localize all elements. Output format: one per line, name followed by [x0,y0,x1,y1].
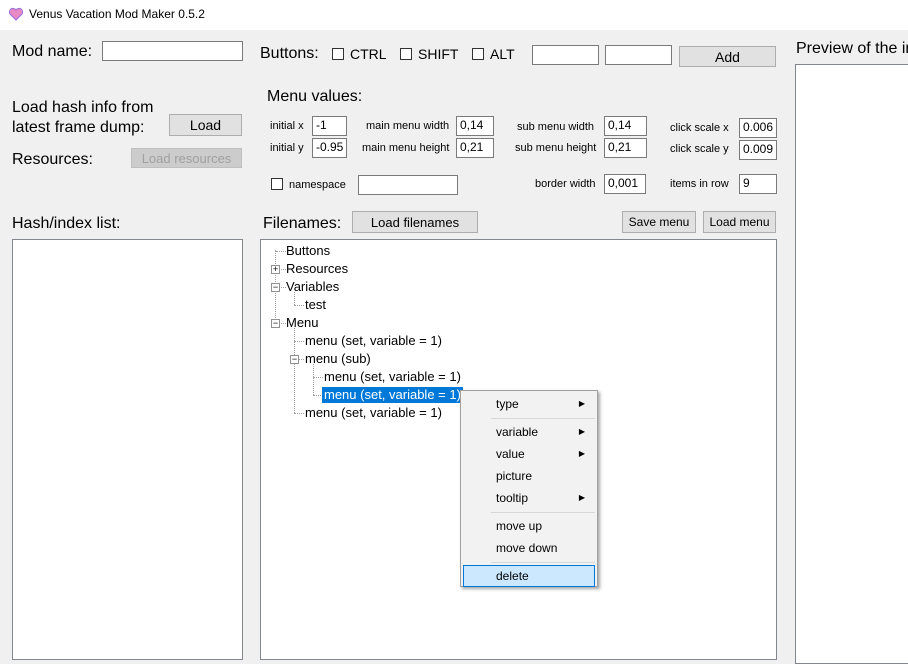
tree-node-test[interactable]: test [305,297,326,313]
menu-separator [491,512,595,513]
context-menu: type ▶ variable ▶ value ▶ picture tooltip ▶ … [460,390,598,587]
preview-label: Preview of the in [796,40,908,57]
click-scale-x-label: click scale x [670,122,729,134]
tree-node-variables[interactable]: Variables [286,279,339,295]
sub-height-input[interactable]: 0,21 [604,138,647,158]
key-field-1[interactable] [532,45,599,65]
load-resources-button[interactable]: Load resources [131,148,242,168]
tree-node-sub-item-selected[interactable]: menu (set, variable = 1) [322,387,463,403]
alt-label: ALT [490,46,515,62]
menu-separator [491,418,595,419]
click-scale-y-input[interactable]: 0.009 [739,140,777,160]
border-width-label: border width [535,178,596,190]
shift-checkbox[interactable] [400,48,412,60]
tree-node-buttons[interactable]: Buttons [286,243,330,259]
initial-x-input[interactable]: -1 [312,116,347,136]
tree-line [313,377,323,378]
click-scale-y-label: click scale y [670,143,729,155]
load-filenames-button[interactable]: Load filenames [352,211,478,233]
submenu-arrow-icon: ▶ [578,493,585,502]
collapse-minus-icon[interactable]: − [271,319,280,328]
initial-x-label: initial x [270,120,304,132]
menu-values-title: Menu values: [267,88,363,105]
tree-node-sub-item[interactable]: menu (set, variable = 1) [324,369,461,385]
menu-item-picture-label: picture [496,469,533,483]
hash-list-label: Hash/index list: [12,215,121,232]
submenu-arrow-icon: ▶ [578,449,585,458]
menu-item-move-down-label: move down [496,541,558,555]
ctrl-checkbox[interactable] [332,48,344,60]
items-in-row-label: items in row [670,178,729,190]
initial-y-label: initial y [270,142,304,154]
namespace-label: namespace [289,179,346,191]
menu-item-tooltip[interactable]: tooltip ▶ [463,487,595,509]
key-field-2[interactable] [605,45,672,65]
items-in-row-input[interactable]: 9 [739,174,777,194]
hash-list-box[interactable] [12,239,243,660]
namespace-checkbox[interactable] [271,178,283,190]
menu-item-value-label: value [496,447,525,461]
collapse-minus-icon[interactable]: − [271,283,280,292]
sub-height-label: sub menu height [515,142,597,154]
alt-checkbox[interactable] [472,48,484,60]
menu-item-move-up-label: move up [496,519,543,533]
sub-width-label: sub menu width [517,121,595,133]
tree-node-resources[interactable]: Resources [286,261,348,277]
menu-separator [491,562,595,563]
tree-line [313,364,314,395]
menu-item-delete-label: delete [496,569,529,583]
expand-plus-icon[interactable]: + [271,265,280,274]
menu-item-tooltip-label: tooltip [496,491,529,505]
submenu-arrow-icon: ▶ [578,399,585,408]
mod-name-input[interactable] [102,41,243,61]
tree-line [276,251,286,252]
main-width-label: main menu width [366,120,450,132]
load-menu-button[interactable]: Load menu [703,211,776,233]
tree-line [294,305,304,306]
menu-item-delete[interactable]: delete [463,565,595,587]
save-menu-button[interactable]: Save menu [622,211,696,233]
menu-item-value[interactable]: value ▶ [463,443,595,465]
load-button[interactable]: Load [169,114,242,136]
tree-line [294,413,304,414]
tree-line [294,341,304,342]
filenames-label: Filenames: [263,215,342,232]
shift-label: SHIFT [418,46,459,62]
sub-width-input[interactable]: 0,14 [604,116,647,136]
main-height-input[interactable]: 0,21 [456,138,494,158]
border-width-input[interactable]: 0,001 [604,174,646,194]
click-scale-x-input[interactable]: 0.006 [739,118,777,138]
ctrl-label: CTRL [350,46,387,62]
collapse-minus-icon[interactable]: − [290,355,299,364]
resources-label: Resources: [12,151,93,168]
load-hash-label-line1: Load hash info from [12,99,154,116]
preview-panel [795,64,908,664]
menu-item-move-up[interactable]: move up [463,515,595,537]
mod-name-label: Mod name: [12,43,93,60]
tree-node-menu[interactable]: Menu [286,315,319,331]
main-width-input[interactable]: 0,14 [456,116,494,136]
menu-item-variable-label: variable [496,425,539,439]
add-button[interactable]: Add [679,46,776,67]
app-icon [8,7,24,21]
buttons-label: Buttons: [260,45,319,62]
menu-item-move-down[interactable]: move down [463,537,595,559]
submenu-arrow-icon: ▶ [578,427,585,436]
menu-item-variable[interactable]: variable ▶ [463,421,595,443]
load-hash-label-line2: latest frame dump: [12,119,145,136]
tree-node-menu-item[interactable]: menu (set, variable = 1) [305,333,442,349]
initial-y-input[interactable]: -0.95 [312,138,347,158]
menu-item-type[interactable]: type ▶ [463,393,595,415]
menu-item-picture[interactable]: picture [463,465,595,487]
main-height-label: main menu height [362,142,450,154]
window-title: Venus Vacation Mod Maker 0.5.2 [29,7,205,21]
tree-node-menu-item[interactable]: menu (set, variable = 1) [305,405,442,421]
tree-node-menu-sub[interactable]: menu (sub) [305,351,371,367]
namespace-input[interactable] [358,175,458,195]
menu-item-type-label: type [496,397,519,411]
